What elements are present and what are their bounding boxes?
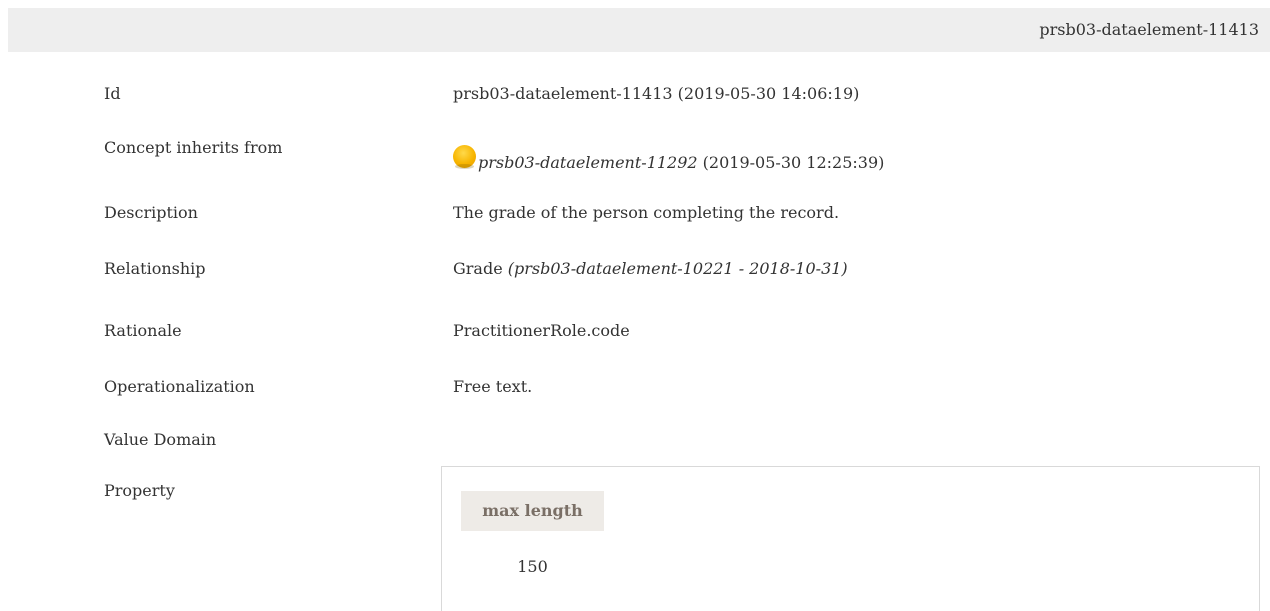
id-value: prsb03-dataelement-11413 (2019-05-30 14:… (453, 84, 860, 103)
value-domain-label: Value Domain (104, 430, 217, 449)
rationale-label: Rationale (104, 321, 182, 340)
relationship-ref[interactable]: (prsb03-dataelement-10221 - 2018-10-31) (508, 259, 848, 278)
max-length-header: max length (461, 491, 604, 531)
relationship-value: Grade (prsb03-dataelement-10221 - 2018-1… (453, 259, 848, 279)
property-label: Property (104, 481, 175, 500)
operationalization-value: Free text. (453, 377, 533, 396)
relationship-name: Grade (453, 259, 508, 278)
max-length-value: 150 (517, 557, 548, 576)
property-table: max length 150 (441, 466, 1260, 611)
inherits-link[interactable]: prsb03-dataelement-11292 (478, 153, 698, 172)
description-label: Description (104, 203, 198, 222)
inherits-date: (2019-05-30 12:25:39) (697, 153, 885, 172)
description-value: The grade of the person completing the r… (453, 203, 840, 222)
status-draft-icon (453, 145, 476, 169)
relationship-label: Relationship (104, 259, 206, 278)
rationale-value: PractitionerRole.code (453, 321, 630, 340)
concept-inherits-value: prsb03-dataelement-11292 (2019-05-30 12:… (453, 145, 885, 175)
concept-inherits-label: Concept inherits from (104, 138, 283, 157)
id-label: Id (104, 84, 121, 103)
operationalization-label: Operationalization (104, 377, 255, 396)
page-title: prsb03-dataelement-11413 (1039, 20, 1259, 39)
header-bar: prsb03-dataelement-11413 (8, 8, 1270, 52)
